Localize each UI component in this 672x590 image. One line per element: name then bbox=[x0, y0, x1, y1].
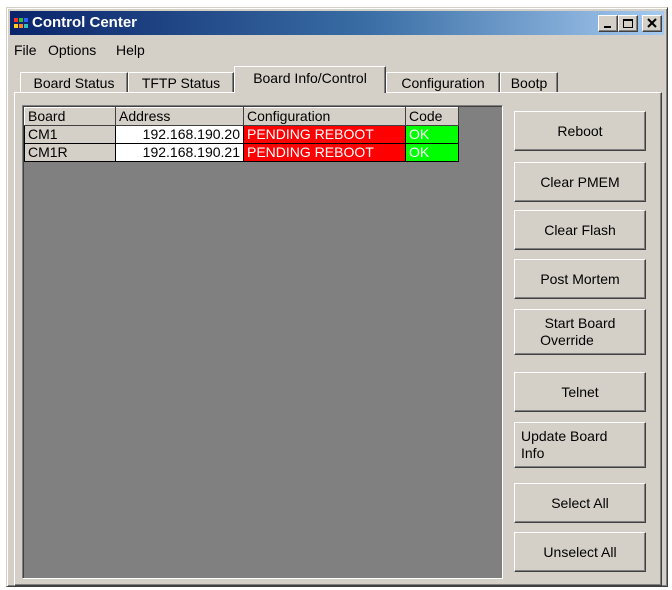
clear-pmem-button[interactable]: Clear PMEM bbox=[514, 162, 646, 202]
code-cell[interactable]: OK bbox=[405, 125, 459, 144]
board-cell[interactable]: CM1 bbox=[24, 125, 116, 144]
start-board-override-line1: Start Board bbox=[544, 315, 616, 331]
start-board-override-button[interactable]: Start Board Override bbox=[514, 309, 646, 355]
post-mortem-label: Post Mortem bbox=[540, 270, 620, 287]
telnet-button[interactable]: Telnet bbox=[514, 372, 646, 412]
tab-bootp[interactable]: Bootp bbox=[500, 72, 558, 94]
app-icon bbox=[14, 18, 28, 28]
table-header-row: Board Address Configuration Code bbox=[24, 107, 459, 126]
table-row[interactable]: CM1 192.168.190.20 PENDING REBOOT OK bbox=[24, 125, 459, 144]
tab-tftp-status[interactable]: TFTP Status bbox=[128, 72, 234, 94]
board-cell[interactable]: CM1R bbox=[24, 143, 116, 162]
maximize-button[interactable] bbox=[618, 15, 638, 32]
minimize-icon bbox=[604, 26, 611, 28]
configuration-cell[interactable]: PENDING REBOOT bbox=[243, 125, 406, 144]
start-board-override-label: Start Board Override bbox=[540, 315, 616, 349]
unselect-all-label: Unselect All bbox=[543, 543, 617, 560]
address-cell[interactable]: 192.168.190.21 bbox=[115, 143, 244, 162]
title-bar[interactable]: Control Center bbox=[10, 11, 664, 35]
configuration-cell[interactable]: PENDING REBOOT bbox=[243, 143, 406, 162]
menu-options[interactable]: Options bbox=[48, 42, 96, 58]
column-header-code[interactable]: Code bbox=[405, 107, 459, 126]
telnet-label: Telnet bbox=[561, 383, 599, 400]
clear-pmem-label: Clear PMEM bbox=[540, 173, 620, 190]
start-board-override-line2: Override bbox=[540, 332, 594, 348]
select-all-button[interactable]: Select All bbox=[514, 483, 646, 523]
column-header-configuration[interactable]: Configuration bbox=[243, 107, 406, 126]
column-header-board[interactable]: Board bbox=[24, 107, 116, 126]
board-table: Board Address Configuration Code CM1 192… bbox=[24, 107, 459, 162]
code-cell[interactable]: OK bbox=[405, 143, 459, 162]
close-button[interactable] bbox=[642, 15, 662, 32]
address-cell[interactable]: 192.168.190.20 bbox=[115, 125, 244, 144]
reboot-label: Reboot bbox=[557, 122, 603, 139]
column-header-address[interactable]: Address bbox=[115, 107, 244, 126]
board-grid[interactable]: Board Address Configuration Code CM1 192… bbox=[22, 105, 503, 579]
select-all-label: Select All bbox=[551, 494, 609, 511]
post-mortem-button[interactable]: Post Mortem bbox=[514, 259, 646, 299]
menu-help[interactable]: Help bbox=[116, 42, 145, 58]
table-row[interactable]: CM1R 192.168.190.21 PENDING REBOOT OK bbox=[24, 143, 459, 162]
maximize-icon bbox=[623, 19, 633, 28]
close-icon bbox=[647, 18, 657, 28]
window-title: Control Center bbox=[32, 14, 137, 31]
minimize-button[interactable] bbox=[598, 15, 618, 32]
tab-configuration[interactable]: Configuration bbox=[386, 72, 500, 94]
clear-flash-label: Clear Flash bbox=[544, 221, 616, 238]
tab-board-status[interactable]: Board Status bbox=[20, 72, 128, 94]
update-board-info-label: Update Board Info bbox=[521, 428, 607, 462]
clear-flash-button[interactable]: Clear Flash bbox=[514, 210, 646, 250]
update-board-info-line2: Info bbox=[521, 445, 545, 461]
menu-bar: File Options Help bbox=[10, 38, 664, 60]
unselect-all-button[interactable]: Unselect All bbox=[514, 532, 646, 572]
menu-file[interactable]: File bbox=[14, 42, 37, 58]
update-board-info-button[interactable]: Update Board Info bbox=[514, 422, 646, 468]
update-board-info-line1: Update Board bbox=[521, 428, 608, 444]
reboot-button[interactable]: Reboot bbox=[514, 111, 646, 151]
tab-board-info-control[interactable]: Board Info/Control bbox=[234, 66, 386, 93]
